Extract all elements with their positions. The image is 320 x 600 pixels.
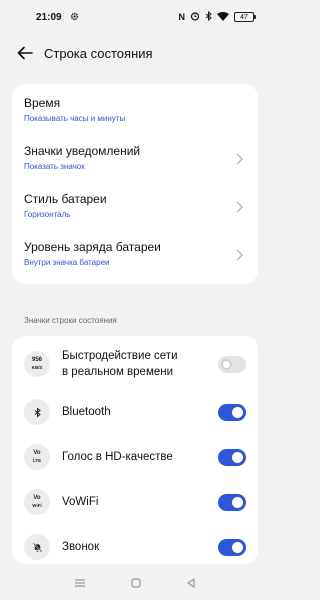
- icon-text: WiFi: [32, 502, 42, 508]
- toggle-row-vowifi[interactable]: Vo WiFi VoWiFi: [24, 484, 246, 520]
- toggle-label: VoWiFi: [62, 496, 99, 508]
- setting-label: Значки уведомлений: [24, 144, 141, 158]
- toggle-label: Быстродействие сети в реальном времени: [62, 348, 178, 380]
- system-nav-bar: [0, 566, 270, 600]
- toggle-row-network-speed[interactable]: 956 KB/S Быстродействие сети в реальном в…: [24, 346, 246, 382]
- status-icons-card: 956 KB/S Быстродействие сети в реальном в…: [12, 336, 258, 564]
- vowifi-icon: Vo WiFi: [24, 489, 50, 515]
- back-icon[interactable]: [186, 578, 196, 588]
- bell-muted-icon: [24, 534, 50, 560]
- setting-value: Показывать часы и минуты: [24, 114, 126, 123]
- menu-icon[interactable]: [74, 578, 86, 588]
- alarm-icon: [190, 11, 200, 23]
- toggle-label-line: в реальном времени: [62, 366, 174, 378]
- icon-text: Vo: [33, 449, 41, 456]
- page-title: Строка состояния: [44, 45, 153, 61]
- network-speed-switch[interactable]: [218, 355, 246, 373]
- toggle-label-line: Быстродействие сети: [62, 350, 178, 362]
- wifi-icon: [217, 11, 229, 23]
- icon-text: 956: [31, 356, 42, 363]
- status-time: 21:09: [36, 11, 62, 23]
- status-bar: 21:09 N 47: [0, 0, 270, 34]
- status-settings-card: Время Показывать часы и минуты Значки ув…: [12, 84, 258, 284]
- bluetooth-icon: [205, 10, 212, 23]
- back-arrow-icon[interactable]: [14, 42, 36, 64]
- volte-icon: Vo LTE: [24, 444, 50, 470]
- chevron-right-icon: [234, 152, 244, 166]
- toggle-row-hd-voice[interactable]: Vo LTE Голос в HD-качестве: [24, 439, 246, 475]
- toggle-label: Голос в HD-качестве: [62, 451, 173, 463]
- bluetooth-icon: [24, 399, 50, 425]
- toggle-label: Звонок: [62, 541, 100, 553]
- setting-label: Время: [24, 96, 61, 110]
- hd-voice-switch[interactable]: [218, 448, 246, 466]
- icon-text: LTE: [32, 457, 42, 463]
- status-icons: N 47: [178, 10, 256, 23]
- bluetooth-switch[interactable]: [218, 403, 246, 421]
- chevron-right-icon: [234, 200, 244, 214]
- icon-text: KB/S: [31, 364, 43, 370]
- home-icon[interactable]: [131, 578, 141, 588]
- section-title: Значки строки состояния: [24, 316, 117, 325]
- setting-battery-level[interactable]: Уровень заряда батареи Внутри значка бат…: [24, 240, 244, 280]
- nfc-icon: N: [178, 12, 186, 22]
- setting-label: Уровень заряда батареи: [24, 240, 161, 254]
- setting-value: Показать значок: [24, 162, 85, 171]
- icon-text: Vo: [33, 494, 41, 501]
- setting-label: Стиль батареи: [24, 192, 107, 206]
- vowifi-switch[interactable]: [218, 493, 246, 511]
- chevron-right-icon: [234, 248, 244, 262]
- toggle-row-ringer[interactable]: Звонок: [24, 529, 246, 565]
- settings-gear-icon: [70, 12, 79, 23]
- toggle-label: Bluetooth: [62, 406, 111, 418]
- battery-icon: 47: [234, 12, 256, 22]
- setting-value: Горизонталь: [24, 210, 71, 219]
- setting-value: Внутри значка батареи: [24, 258, 110, 267]
- setting-time[interactable]: Время Показывать часы и минуты: [24, 96, 244, 136]
- toggle-row-bluetooth[interactable]: Bluetooth: [24, 394, 246, 430]
- battery-level: 47: [240, 13, 248, 21]
- network-speed-icon: 956 KB/S: [24, 351, 50, 377]
- ringer-switch[interactable]: [218, 538, 246, 556]
- page-header: Строка состояния: [0, 36, 270, 70]
- setting-notification-icons[interactable]: Значки уведомлений Показать значок: [24, 144, 244, 184]
- setting-battery-style[interactable]: Стиль батареи Горизонталь: [24, 192, 244, 232]
